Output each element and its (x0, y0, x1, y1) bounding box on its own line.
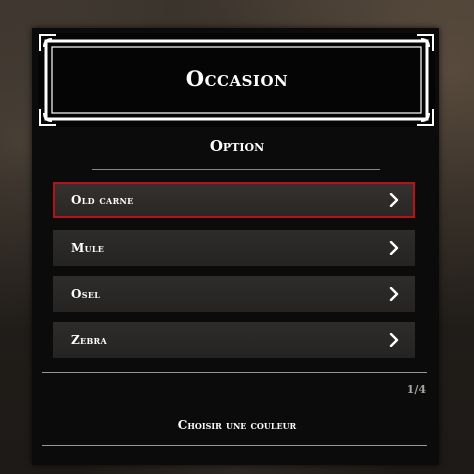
game-background: Occasion Option Old carne Mule Osel Zebr… (0, 0, 474, 474)
chevron-right-icon (389, 241, 399, 255)
menu-item-label: Old carne (71, 193, 134, 207)
menu-item-label: Osel (71, 287, 101, 301)
menu-item-mule[interactable]: Mule (53, 230, 415, 266)
chevron-right-icon (389, 193, 399, 207)
subtitle-divider (92, 169, 380, 170)
menu-item-label: Mule (71, 241, 105, 255)
footer-divider (42, 445, 427, 446)
section-subtitle: Option (209, 137, 265, 155)
chevron-right-icon (389, 333, 399, 347)
item-description: Choisir une couleur (177, 418, 297, 432)
page-counter: 1/4 (406, 383, 426, 396)
menu-item-label: Zebra (71, 333, 107, 347)
chevron-right-icon (389, 287, 399, 301)
menu-item-old-carne[interactable]: Old carne (53, 182, 415, 218)
menu-item-osel[interactable]: Osel (53, 276, 415, 312)
page-title: Occasion (185, 66, 289, 91)
menu-item-zebra[interactable]: Zebra (53, 322, 415, 358)
list-divider (42, 372, 427, 373)
